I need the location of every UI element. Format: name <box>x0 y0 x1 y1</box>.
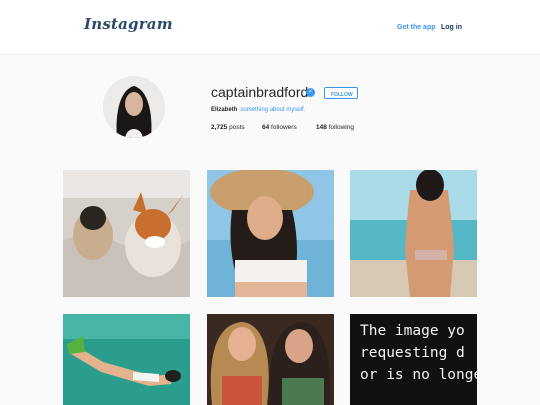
followers-count: 64 <box>262 124 270 131</box>
post-thumbnail-snorkel[interactable] <box>63 314 190 405</box>
instagram-logo[interactable]: Instagram <box>84 15 173 33</box>
posts-label: posts <box>229 124 245 131</box>
post-thumbnail-unavailable[interactable]: The image yo requesting d or is no longe <box>350 314 477 405</box>
followers-label: followers <box>271 124 297 131</box>
following-label: following <box>328 124 354 131</box>
error-line-3: or is no longe <box>360 367 477 383</box>
posts-count: 2,725 <box>211 124 228 131</box>
profile-avatar[interactable] <box>103 76 165 138</box>
log-in-link[interactable]: Log in <box>441 24 462 31</box>
error-line-2: requesting d <box>360 345 465 361</box>
profile-bio-text: something about myself. <box>240 107 306 113</box>
top-nav-bar: Instagram Get the app Log in <box>0 0 540 55</box>
posts-stat: 2,725 posts <box>211 124 245 131</box>
follow-button[interactable]: FOLLOW <box>324 87 358 99</box>
profile-username: captainbradford <box>211 84 309 100</box>
following-count: 148 <box>316 124 327 131</box>
post-thumbnail-dogs[interactable] <box>63 170 190 297</box>
post-thumbnail-hat-selfie[interactable] <box>207 170 334 297</box>
post-thumbnail-beach[interactable] <box>350 170 477 297</box>
profile-bio: Elizabeth something about myself. <box>211 107 305 113</box>
image-unavailable-text: The image yo requesting d or is no longe <box>360 320 477 386</box>
get-the-app-link[interactable]: Get the app <box>397 24 436 31</box>
verified-badge-icon: ✓ <box>306 88 315 97</box>
profile-full-name: Elizabeth <box>211 107 238 113</box>
error-line-1: The image yo <box>360 323 465 339</box>
following-stat[interactable]: 148 following <box>316 124 354 131</box>
followers-stat[interactable]: 64 followers <box>262 124 297 131</box>
post-thumbnail-two-women[interactable] <box>207 314 334 405</box>
